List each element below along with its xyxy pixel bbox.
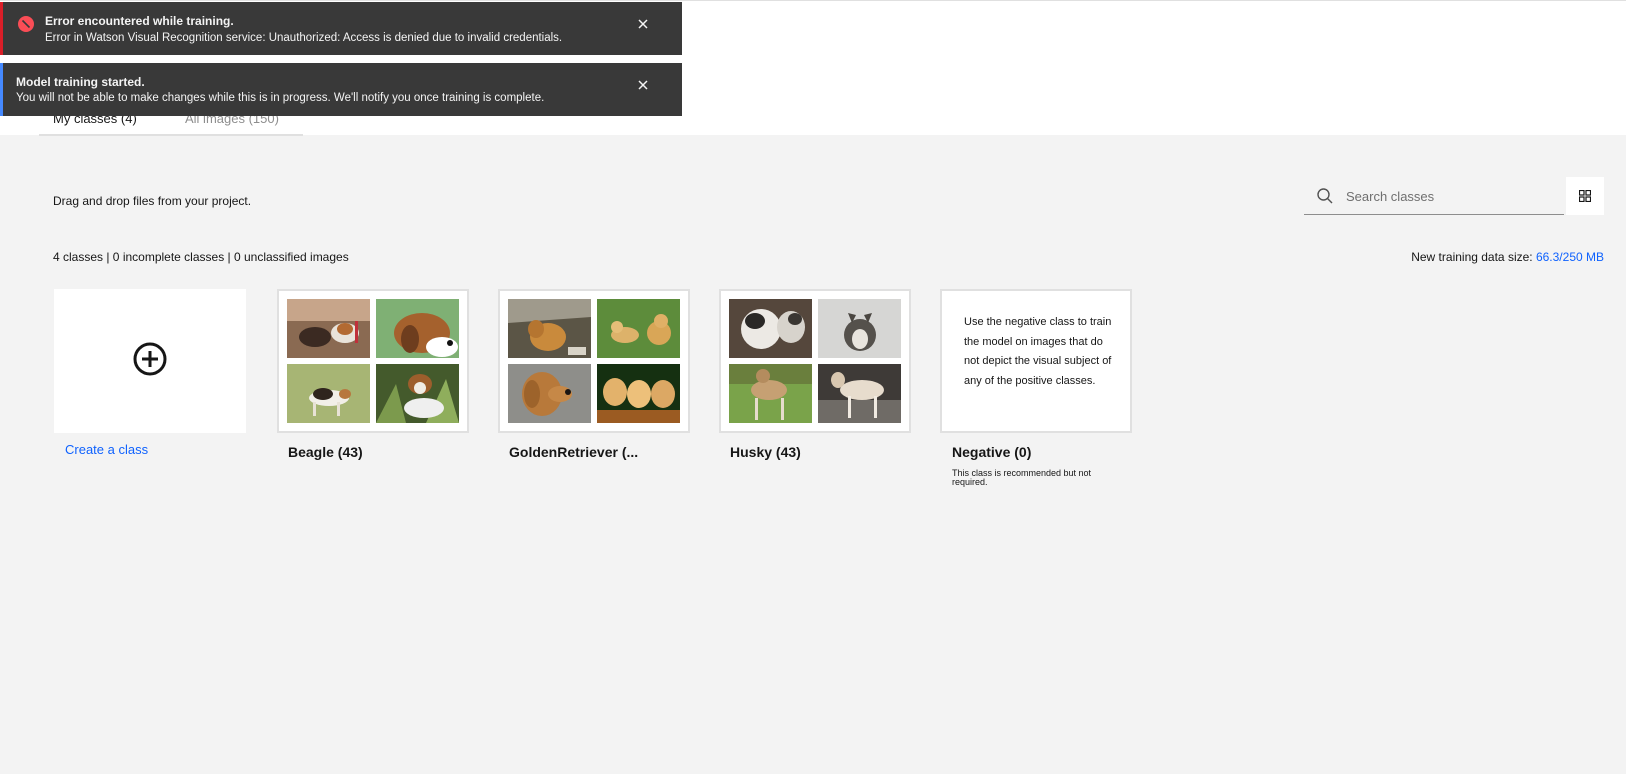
class-thumbnail — [508, 364, 591, 423]
create-class-card[interactable] — [54, 289, 246, 433]
close-icon[interactable] — [634, 15, 652, 33]
class-thumbnail — [729, 299, 812, 358]
info-title: Model training started. — [16, 75, 145, 89]
class-name[interactable]: GoldenRetriever (... — [509, 444, 638, 460]
training-data-size: New training data size: 66.3/250 MB — [1411, 250, 1604, 264]
training-size-label: New training data size: — [1411, 250, 1536, 264]
search-box — [1304, 177, 1564, 215]
class-thumbnail — [508, 299, 591, 358]
class-thumbnail — [287, 299, 370, 358]
class-name[interactable]: Beagle (43) — [288, 444, 363, 460]
class-thumbnail — [729, 364, 812, 423]
tab-underline — [39, 134, 303, 136]
class-stats: 4 classes | 0 incomplete classes | 0 unc… — [53, 250, 349, 264]
class-card-golden-retriever[interactable] — [498, 289, 690, 433]
negative-note: This class is recommended but not requir… — [952, 468, 1092, 487]
class-thumbnail — [376, 364, 459, 423]
class-thumbnail — [597, 299, 680, 358]
info-message: You will not be able to make changes whi… — [16, 92, 545, 104]
negative-description: Use the negative class to train the mode… — [964, 316, 1112, 387]
training-size-value[interactable]: 66.3/250 MB — [1536, 250, 1604, 264]
class-thumbnail — [597, 364, 680, 423]
info-notification: Model training started. You will not be … — [0, 63, 682, 116]
error-title: Error encountered while training. — [45, 14, 234, 28]
grid-view-icon — [1579, 190, 1591, 202]
class-thumbnail — [376, 299, 459, 358]
grid-view-button[interactable] — [1566, 177, 1604, 215]
error-notification: Error encountered while training. Error … — [0, 2, 682, 55]
search-icon — [1317, 188, 1333, 204]
class-thumbnail — [818, 299, 901, 358]
error-filled-icon — [18, 16, 34, 32]
class-card-negative[interactable]: Use the negative class to train the mode… — [940, 289, 1132, 433]
class-thumbnail — [287, 364, 370, 423]
class-card-beagle[interactable] — [277, 289, 469, 433]
create-class-link[interactable]: Create a class — [65, 442, 148, 457]
search-input[interactable] — [1344, 183, 1558, 209]
class-thumbnail — [818, 364, 901, 423]
class-name[interactable]: Husky (43) — [730, 444, 801, 460]
class-name[interactable]: Negative (0) — [952, 444, 1031, 460]
class-card-husky[interactable] — [719, 289, 911, 433]
close-icon[interactable] — [634, 76, 652, 94]
add-circle-icon — [133, 342, 167, 376]
drag-drop-hint: Drag and drop files from your project. — [53, 194, 252, 208]
error-message: Error in Watson Visual Recognition servi… — [45, 32, 563, 44]
